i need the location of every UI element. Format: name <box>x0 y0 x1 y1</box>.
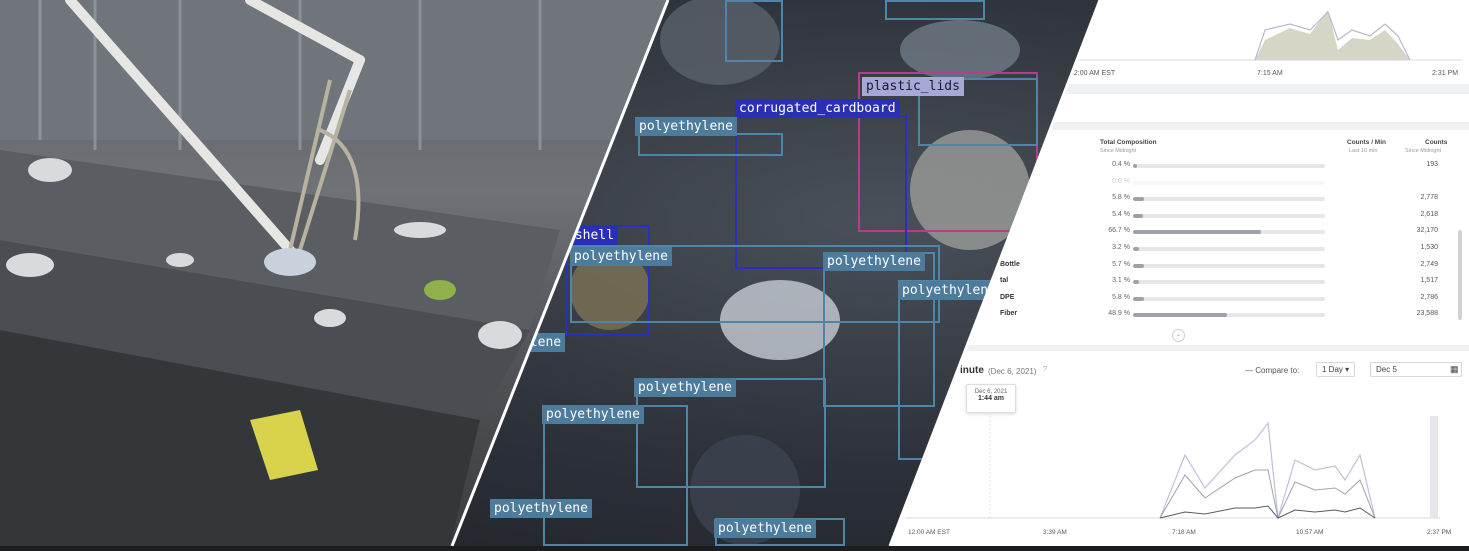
separator-line <box>450 0 670 546</box>
panel-separators <box>450 0 1102 546</box>
separator-line <box>888 0 1102 546</box>
